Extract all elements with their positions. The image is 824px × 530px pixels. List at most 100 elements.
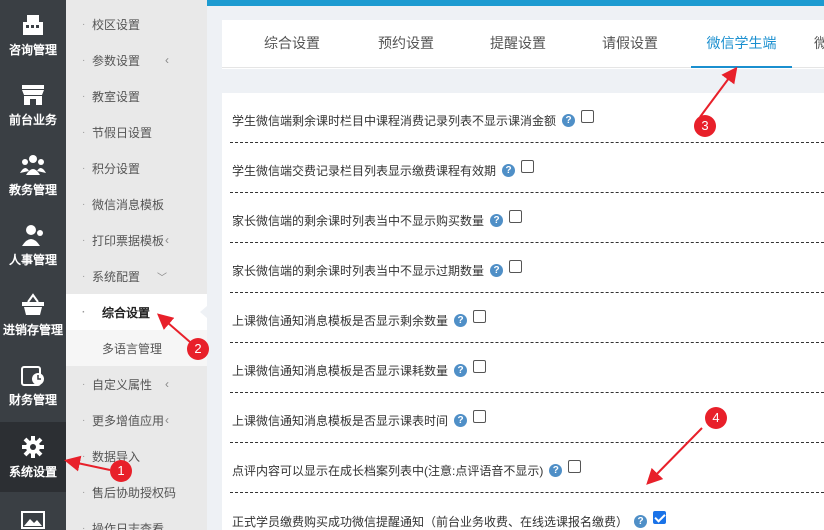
help-icon[interactable]: ? [634,515,648,528]
annotation-badge-2: 2 [187,338,209,360]
setting-label: 上课微信通知消息模板是否显示课耗数量 [232,364,449,378]
submenu-wechat-templates[interactable]: · 微信消息模板 [66,186,207,222]
submenu-data-import[interactable]: · 数据导入 [66,438,207,474]
submenu-general-settings[interactable]: · 综合设置 [66,294,207,330]
submenu-print-templates[interactable]: · 打印票据模板 ‹ [66,222,207,258]
chevron-left-icon: ‹ [165,377,169,391]
shopping-basket-icon [20,292,46,317]
nav-front-desk[interactable]: 前台业务 [0,70,66,140]
setting-row: 正式学员缴费购买成功微信提醒通知（前台业务收费、在线选课报名缴费）? [230,493,824,530]
setting-checkbox[interactable] [509,260,523,273]
tab-wechat-student[interactable]: 微信学生端 [691,20,792,68]
tab-booking[interactable]: 预约设置 [362,20,450,68]
nav-hr[interactable]: 人事管理 [0,210,66,280]
submenu-parameter-settings[interactable]: · 参数设置 ‹ [66,42,207,78]
setting-label: 学生微信端交费记录栏目列表显示缴费课程有效期 [232,164,497,178]
help-icon[interactable]: ? [490,214,504,227]
setting-checkbox[interactable] [581,110,595,123]
setting-checkbox[interactable] [473,410,487,423]
nav-label: 咨询管理 [8,42,57,57]
submenu-classroom-settings[interactable]: · 教室设置 [66,78,207,114]
setting-checkbox[interactable] [568,460,582,473]
settings-tabs: 综合设置 预约设置 提醒设置 请假设置 微信学生端 微 [222,20,824,68]
submenu-label: 节假日设置 [92,125,153,140]
nav-label: 前台业务 [8,112,57,127]
setting-checkbox[interactable] [509,210,523,223]
setting-label: 上课微信通知消息模板是否显示剩余数量 [232,314,449,328]
setting-checkbox[interactable] [473,360,487,373]
submenu-operation-log[interactable]: · 操作日志查看 [66,510,207,530]
submenu-label: 系统配置 [92,269,141,284]
submenu-campus-settings[interactable]: · 校区设置 [66,6,207,42]
people-group-icon [20,153,46,177]
bullet-icon: · [82,126,86,138]
nav-more[interactable] [0,496,66,530]
bullet-icon: · [82,90,86,102]
setting-row: 点评内容可以显示在成长档案列表中(注意:点评语音不显示)? [230,443,824,493]
help-icon[interactable]: ? [454,414,468,427]
top-accent-bar [207,0,824,6]
setting-row: 家长微信端的剩余课时列表当中不显示购买数量? [230,193,824,243]
submenu-label: 操作日志查看 [92,521,165,530]
setting-label: 点评内容可以显示在成长档案列表中(注意:点评语音不显示) [232,464,544,478]
submenu-points-settings[interactable]: · 积分设置 [66,150,207,186]
chevron-left-icon: ‹ [165,413,169,427]
nav-label: 财务管理 [8,392,57,407]
help-icon[interactable]: ? [502,164,516,177]
setting-checkbox-checked[interactable] [653,511,667,524]
annotation-badge-1: 1 [110,460,132,482]
tab-reminder[interactable]: 提醒设置 [474,20,562,68]
chevron-left-icon: ‹ [165,233,169,247]
submenu-label: 教室设置 [92,89,141,104]
user-manage-icon [20,223,46,247]
submenu-label: 积分设置 [92,161,141,176]
submenu-label: 多语言管理 [102,341,163,356]
setting-row: 上课微信通知消息模板是否显示剩余数量? [230,293,824,343]
setting-row: 家长微信端的剩余课时列表当中不显示过期数量? [230,243,824,293]
setting-label: 上课微信通知消息模板是否显示课表时间 [232,414,449,428]
submenu-value-added-apps[interactable]: · 更多增值应用 ‹ [66,402,207,438]
finance-clock-icon [20,363,46,387]
gear-icon [20,435,46,459]
setting-checkbox[interactable] [473,310,487,323]
help-icon[interactable]: ? [454,314,468,327]
nav-inventory[interactable]: 进销存管理 [0,280,66,350]
bullet-icon: · [82,522,86,530]
submenu-language-management[interactable]: 多语言管理 [66,330,207,366]
submenu-label: 参数设置 [92,53,141,68]
help-icon[interactable]: ? [490,264,504,277]
help-icon[interactable]: ? [562,114,576,127]
submenu-holiday-settings[interactable]: · 节假日设置 [66,114,207,150]
help-icon[interactable]: ? [549,464,563,477]
setting-row: 学生微信端剩余课时栏目中课程消费记录列表不显示课消金额? [230,93,824,143]
bullet-icon: · [82,198,86,210]
setting-label: 家长微信端的剩余课时列表当中不显示购买数量 [232,214,485,228]
storefront-icon [20,83,46,107]
bullet-icon: · [82,270,86,282]
setting-row: 上课微信通知消息模板是否显示课表时间? [230,393,824,443]
submenu-label: 售后协助授权码 [92,485,177,500]
bullet-icon: · [82,486,86,498]
bullet-icon: · [82,378,86,390]
submenu-custom-attributes[interactable]: · 自定义属性 ‹ [66,366,207,402]
submenu-support-auth-code[interactable]: · 售后协助授权码 [66,474,207,510]
submenu-system-config[interactable]: · 系统配置 ﹀ [66,258,207,294]
nav-academic[interactable]: 教务管理 [0,140,66,210]
nav-finance[interactable]: 财务管理 [0,350,66,420]
panel-gap [222,69,824,93]
nav-system-settings[interactable]: 系统设置 [0,422,66,492]
setting-label: 家长微信端的剩余课时列表当中不显示过期数量 [232,264,485,278]
image-icon [20,510,46,530]
tab-leave[interactable]: 请假设置 [586,20,674,68]
bullet-icon: · [82,234,86,246]
settings-list: 学生微信端剩余课时栏目中课程消费记录列表不显示课消金额? 学生微信端交费记录栏目… [222,93,824,530]
setting-checkbox[interactable] [521,160,535,173]
tab-overflow[interactable]: 微 [814,20,824,68]
nav-consulting[interactable]: 咨询管理 [0,0,66,70]
submenu-label: 综合设置 [102,305,151,320]
tab-general[interactable]: 综合设置 [248,20,336,68]
submenu-label: 自定义属性 [92,377,153,392]
setting-label: 正式学员缴费购买成功微信提醒通知（前台业务收费、在线选课报名缴费） [232,515,629,529]
help-icon[interactable]: ? [454,364,468,377]
annotation-badge-3: 3 [694,115,716,137]
